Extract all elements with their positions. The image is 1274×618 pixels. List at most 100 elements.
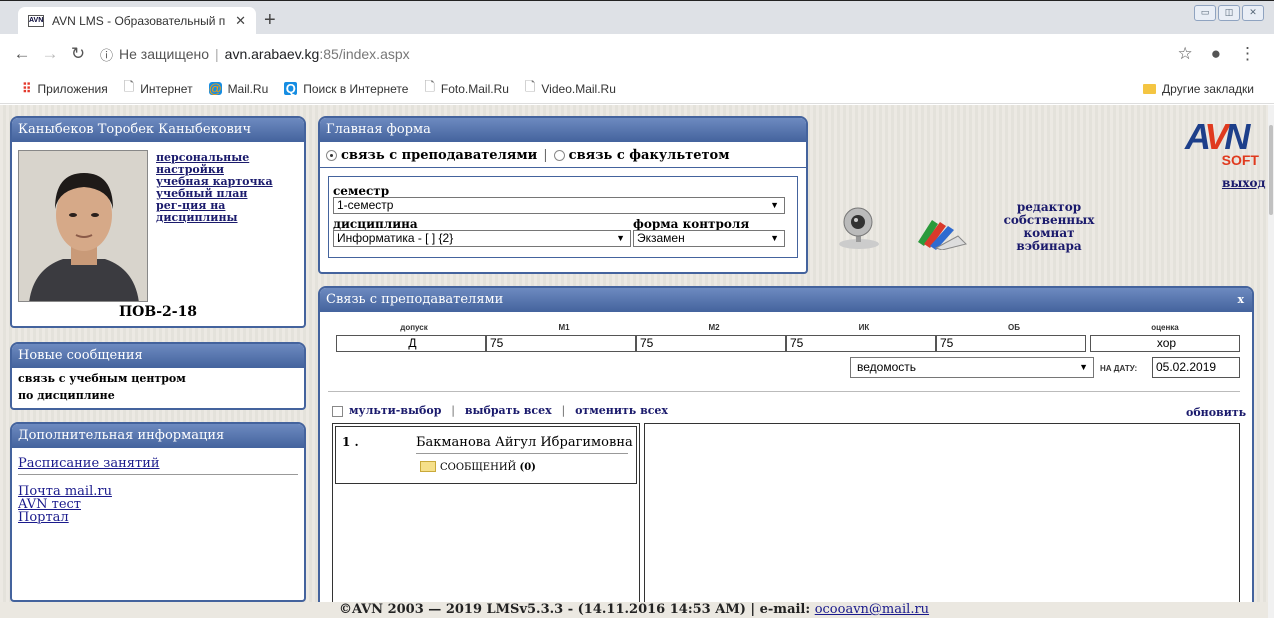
avn-favicon-icon: AVN — [28, 15, 44, 27]
teacher-name[interactable]: Бакманова Айгул Ибрагимовна — [416, 435, 633, 450]
refresh-link[interactable]: обновить — [1186, 406, 1246, 419]
additional-info-panel: Дополнительная информация Расписание зан… — [10, 422, 306, 602]
m2-field: 75 — [636, 335, 786, 352]
profile-panel: Каныбеков Торобек Каныбекович персональн… — [10, 116, 306, 328]
back-icon[interactable]: ← — [8, 44, 36, 64]
address-bar: ← → ↻ ⓘ Не защищено | avn.arabaev.kg:85/… — [0, 34, 1274, 74]
col-ob: ОБ — [1008, 323, 1020, 332]
security-label: Не защищено — [119, 46, 210, 62]
messages-count: (0) — [519, 462, 536, 473]
col-grade: оценка — [1151, 323, 1179, 332]
bookmark-mailru[interactable]: @ Mail.Ru — [208, 81, 268, 96]
scrollbar-thumb[interactable] — [1269, 125, 1273, 215]
new-tab-icon[interactable]: + — [264, 9, 276, 32]
list-item[interactable]: 1 . Бакманова Айгул Ибрагимовна СООБЩЕНИ… — [335, 426, 637, 484]
webcam-icon[interactable] — [836, 204, 882, 250]
msg-learning-center-link[interactable]: связь с учебным центром — [12, 368, 304, 387]
bookmark-internet[interactable]: 🗋 Интернет — [124, 78, 193, 100]
bookmark-foto[interactable]: 🗋 Foto.Mail.Ru — [424, 78, 508, 100]
close-panel-icon[interactable]: x — [1237, 288, 1244, 312]
exit-link[interactable]: выход — [1222, 176, 1266, 190]
date-label: НА ДАТУ: — [1100, 364, 1138, 373]
footer-email-link[interactable]: ocooavn@mail.ru — [815, 602, 929, 617]
page-icon: 🗋 — [524, 78, 536, 94]
url-field[interactable]: ⓘ Не защищено | avn.arabaev.kg:85/index.… — [100, 45, 410, 64]
new-messages-title: Новые сообщения — [12, 344, 304, 368]
mailru-icon: @ — [208, 81, 222, 96]
bookmark-video[interactable]: 🗋 Video.Mail.Ru — [525, 78, 616, 100]
radio-faculty-label[interactable]: связь с факультетом — [569, 148, 730, 163]
date-input[interactable]: 05.02.2019 — [1152, 357, 1240, 378]
documents-icon[interactable] — [914, 214, 968, 251]
ob-field: 75 — [936, 335, 1086, 352]
other-bookmarks[interactable]: Другие закладки — [1143, 82, 1254, 96]
page-icon: 🗋 — [123, 78, 135, 94]
col-ik: ИК — [858, 323, 870, 332]
msg-discipline-link[interactable]: по дисциплине — [12, 387, 304, 404]
message-area[interactable] — [644, 423, 1240, 604]
radio-teachers[interactable] — [326, 150, 337, 161]
close-window-icon[interactable]: ✕ — [1242, 5, 1264, 21]
group-label: ПОВ-2-18 — [118, 304, 198, 320]
profile-links: персональные настройки учебная карточка … — [156, 152, 304, 224]
selection-toolbar: мульти-выбор | выбрать всех | отменить в… — [332, 404, 668, 417]
col-m1: М1 — [558, 323, 570, 332]
footer-text: ©AVN 2003 — 2019 LMSv5.3.3 - (14.11.2016… — [338, 602, 815, 617]
student-photo — [18, 150, 148, 302]
admission-field: Д — [336, 335, 486, 352]
maximize-icon[interactable]: ◫ — [1218, 5, 1240, 21]
reload-icon[interactable]: ↻ — [64, 44, 92, 64]
discipline-registration-link[interactable]: рег-ция на дисциплины — [156, 200, 304, 224]
sheet-select[interactable]: ведомость — [850, 357, 1094, 378]
new-messages-panel: Новые сообщения связь с учебным центром … — [10, 342, 306, 410]
multi-select-checkbox[interactable] — [332, 405, 343, 417]
multi-select-label[interactable]: мульти-выбор — [349, 404, 441, 417]
apps-grid-icon: ⠿ — [22, 80, 32, 96]
personal-settings-link[interactable]: персональные настройки — [156, 152, 304, 176]
info-icon[interactable]: ⓘ — [100, 45, 113, 64]
unselect-all-link[interactable]: отменить всех — [575, 404, 668, 417]
url-path: :85/index.aspx — [319, 46, 410, 62]
grade-field: хор — [1090, 335, 1240, 352]
account-icon[interactable]: ● — [1211, 44, 1221, 64]
radio-faculty[interactable] — [553, 150, 565, 161]
footer: ©AVN 2003 — 2019 LMSv5.3.3 - (14.11.2016… — [0, 602, 1268, 618]
avn-soft-logo: AVN SOFT — [1185, 116, 1259, 168]
bookmark-search[interactable]: Q Поиск в Интернете — [284, 82, 408, 96]
close-tab-icon[interactable]: ✕ — [235, 13, 246, 29]
teacher-index: 1 . — [342, 435, 359, 449]
semester-label: семестр — [333, 184, 390, 198]
url-host: avn.arabaev.kg — [224, 46, 320, 62]
messages-label[interactable]: СООБЩЕНИЙ — [440, 462, 516, 473]
teachers-panel: Связь с преподавателями x допуск М1 М2 ИК… — [318, 286, 1254, 606]
contact-mode-radios: связь с преподавателями | связь с факуль… — [320, 142, 806, 168]
portal-link[interactable]: Портал — [12, 511, 304, 524]
discipline-select[interactable]: Информатика - [ ] {2} — [333, 230, 631, 247]
folder-icon — [1143, 83, 1157, 94]
discipline-label: дисциплина — [333, 217, 418, 231]
radio-teachers-label[interactable]: связь с преподавателями — [341, 148, 537, 163]
bookmarks-bar: ⠿ Приложения 🗋 Интернет @ Mail.Ru Q Поиск в … — [0, 74, 1274, 104]
page-icon: 🗋 — [424, 78, 435, 94]
page-scrollbar[interactable] — [1268, 105, 1274, 618]
search-q-icon: Q — [284, 81, 298, 96]
additional-info-title: Дополнительная информация — [12, 424, 304, 448]
semester-select[interactable]: 1-семестр — [333, 197, 785, 214]
browser-tab[interactable]: AVN AVN LMS - Образовательный п ✕ — [18, 7, 256, 35]
main-form-title: Главная форма — [320, 118, 806, 142]
forward-icon[interactable]: → — [36, 44, 64, 64]
minimize-icon[interactable]: ▭ — [1194, 5, 1216, 21]
window-controls: ▭ ◫ ✕ — [1194, 5, 1264, 21]
browser-tabstrip: AVN AVN LMS - Образовательный п ✕ + ▭ ◫ … — [0, 0, 1274, 35]
menu-icon[interactable]: ⋮ — [1239, 44, 1256, 64]
ik-field: 75 — [786, 335, 936, 352]
select-all-link[interactable]: выбрать всех — [465, 404, 552, 417]
tab-title: AVN LMS - Образовательный п — [52, 14, 226, 28]
profile-name: Каныбеков Торобек Каныбекович — [12, 118, 304, 142]
control-form-select[interactable]: Экзамен — [633, 230, 785, 247]
col-admission: допуск — [400, 323, 428, 332]
bookmark-star-icon[interactable]: ☆ — [1177, 44, 1192, 64]
schedule-link[interactable]: Расписание занятий — [12, 457, 304, 470]
webinar-editor-link[interactable]: редактор собственных комнат вэбинара — [994, 201, 1104, 253]
bookmark-apps[interactable]: ⠿ Приложения — [22, 81, 108, 97]
